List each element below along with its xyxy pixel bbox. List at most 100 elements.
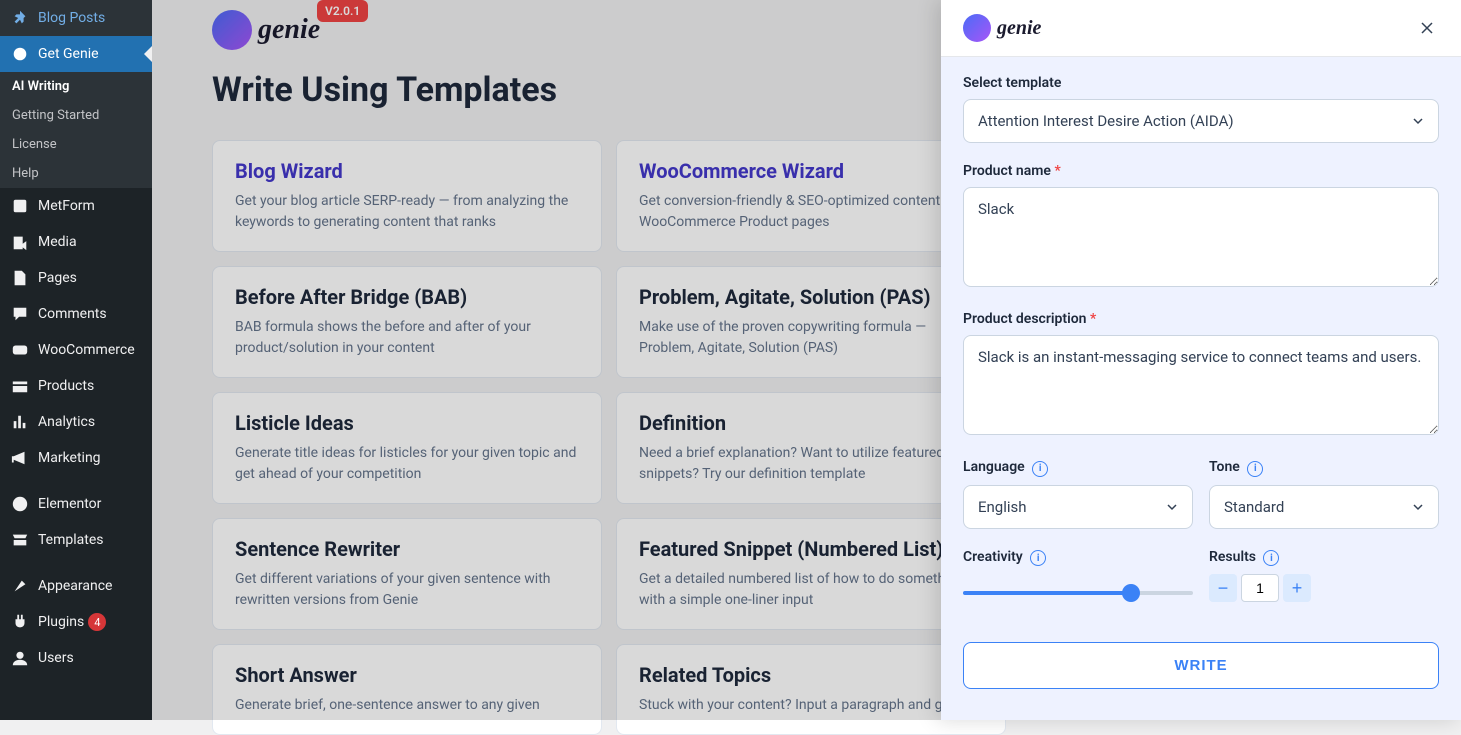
sidebar-label: Elementor: [38, 496, 101, 512]
info-icon[interactable]: i: [1030, 550, 1046, 566]
appearance-icon: [10, 576, 30, 596]
select-template-dropdown[interactable]: Attention Interest Desire Action (AIDA): [963, 99, 1439, 143]
template-desc: Stuck with your content? Input a paragra…: [639, 695, 983, 716]
template-title: WooCommerce Wizard: [639, 159, 983, 183]
panel-brand: genie: [963, 14, 1041, 42]
tone-label: Tone i: [1209, 459, 1439, 477]
sidebar-item-plugins[interactable]: Plugins 4: [0, 604, 152, 640]
media-icon: [10, 232, 30, 252]
marketing-icon: [10, 448, 30, 468]
templates-icon: [10, 530, 30, 550]
sidebar-item-media[interactable]: Media: [0, 224, 152, 260]
field-product-name: Product name *: [963, 163, 1439, 291]
sidebar-item-pages[interactable]: Pages: [0, 260, 152, 296]
language-label: Language i: [963, 459, 1193, 477]
field-language: Language i English: [963, 459, 1193, 529]
template-title: Featured Snippet (Numbered List): [639, 537, 983, 561]
sidebar-item-products[interactable]: Products: [0, 368, 152, 404]
creativity-results-row: Creativity i Results i − +: [963, 549, 1439, 633]
template-desc: Make use of the proven copywriting formu…: [639, 317, 983, 359]
product-name-input[interactable]: [963, 187, 1439, 287]
results-increment-button[interactable]: +: [1283, 574, 1311, 602]
panel-brand-text: genie: [997, 17, 1041, 40]
creativity-slider[interactable]: [963, 591, 1193, 595]
language-value: English: [978, 498, 1027, 516]
template-card-short-answer[interactable]: Short Answer Generate brief, one-sentenc…: [212, 644, 602, 735]
submenu-license[interactable]: License: [0, 130, 152, 159]
brand-logo: genie V2.0.1: [212, 10, 320, 50]
close-button[interactable]: [1415, 16, 1439, 40]
sidebar-label: Plugins: [38, 614, 84, 630]
version-badge: V2.0.1: [317, 0, 368, 22]
tone-value: Standard: [1224, 498, 1284, 516]
sidebar-label: Pages: [38, 270, 77, 286]
product-name-label: Product name *: [963, 163, 1439, 179]
sidebar-item-elementor[interactable]: Elementor: [0, 486, 152, 522]
product-desc-label: Product description *: [963, 311, 1439, 327]
brand-text: genie: [258, 14, 320, 46]
sidebar-item-blog-posts[interactable]: Blog Posts: [0, 0, 152, 36]
template-desc: Need a brief explanation? Want to utiliz…: [639, 443, 983, 485]
select-template-label: Select template: [963, 75, 1439, 91]
genie-icon: [10, 44, 30, 64]
template-card-sentence-rewriter[interactable]: Sentence Rewriter Get different variatio…: [212, 518, 602, 630]
panel-body: Select template Attention Interest Desir…: [941, 57, 1461, 720]
sidebar-item-woocommerce[interactable]: WooCommerce: [0, 332, 152, 368]
template-desc: Get different variations of your given s…: [235, 569, 579, 611]
template-title: Listicle Ideas: [235, 411, 579, 435]
sidebar-item-appearance[interactable]: Appearance: [0, 568, 152, 604]
template-card-bab[interactable]: Before After Bridge (BAB) BAB formula sh…: [212, 266, 602, 378]
info-icon[interactable]: i: [1263, 550, 1279, 566]
sidebar-item-get-genie[interactable]: Get Genie: [0, 36, 152, 72]
products-icon: [10, 376, 30, 396]
chevron-down-icon: [1412, 501, 1424, 513]
close-icon: [1419, 20, 1435, 36]
results-label: Results i: [1209, 549, 1439, 567]
template-desc: Generate brief, one-sentence answer to a…: [235, 695, 579, 716]
sidebar-submenu: AI Writing Getting Started License Help: [0, 72, 152, 188]
sidebar-label: Products: [38, 378, 94, 394]
info-icon[interactable]: i: [1247, 461, 1263, 477]
template-title: Short Answer: [235, 663, 579, 687]
plugins-icon: [10, 612, 30, 632]
sidebar-item-marketing[interactable]: Marketing: [0, 440, 152, 476]
sidebar-item-analytics[interactable]: Analytics: [0, 404, 152, 440]
sidebar-label: Users: [38, 650, 74, 666]
sidebar-item-metform[interactable]: MetForm: [0, 188, 152, 224]
template-desc: Generate title ideas for listicles for y…: [235, 443, 579, 485]
product-desc-input[interactable]: [963, 335, 1439, 435]
language-dropdown[interactable]: English: [963, 485, 1193, 529]
template-editor-panel: genie Select template Attention Interest…: [941, 0, 1461, 720]
results-input[interactable]: [1241, 574, 1279, 602]
info-icon[interactable]: i: [1032, 461, 1048, 477]
sidebar-item-templates[interactable]: Templates: [0, 522, 152, 558]
submenu-ai-writing[interactable]: AI Writing: [0, 72, 152, 101]
submenu-help[interactable]: Help: [0, 159, 152, 188]
field-results: Results i − +: [1209, 549, 1439, 613]
write-button[interactable]: WRITE: [963, 642, 1439, 689]
field-select-template: Select template Attention Interest Desir…: [963, 75, 1439, 143]
admin-sidebar: Blog Posts Get Genie AI Writing Getting …: [0, 0, 152, 720]
results-decrement-button[interactable]: −: [1209, 574, 1237, 602]
template-title: Before After Bridge (BAB): [235, 285, 579, 309]
form-icon: [10, 196, 30, 216]
template-card-listicle[interactable]: Listicle Ideas Generate title ideas for …: [212, 392, 602, 504]
pages-icon: [10, 268, 30, 288]
template-card-blog-wizard[interactable]: Blog Wizard Get your blog article SERP-r…: [212, 140, 602, 252]
template-title: Sentence Rewriter: [235, 537, 579, 561]
chevron-down-icon: [1166, 501, 1178, 513]
elementor-icon: [10, 494, 30, 514]
panel-header: genie: [941, 0, 1461, 57]
field-product-description: Product description *: [963, 311, 1439, 439]
template-title: Blog Wizard: [235, 159, 579, 183]
sidebar-label: Comments: [38, 306, 107, 322]
template-title: Definition: [639, 411, 983, 435]
submenu-getting-started[interactable]: Getting Started: [0, 101, 152, 130]
sidebar-item-users[interactable]: Users: [0, 640, 152, 676]
pin-icon: [10, 8, 30, 28]
field-tone: Tone i Standard: [1209, 459, 1439, 529]
tone-dropdown[interactable]: Standard: [1209, 485, 1439, 529]
sidebar-label: Analytics: [38, 414, 95, 430]
panel-brand-icon: [963, 14, 991, 42]
sidebar-item-comments[interactable]: Comments: [0, 296, 152, 332]
